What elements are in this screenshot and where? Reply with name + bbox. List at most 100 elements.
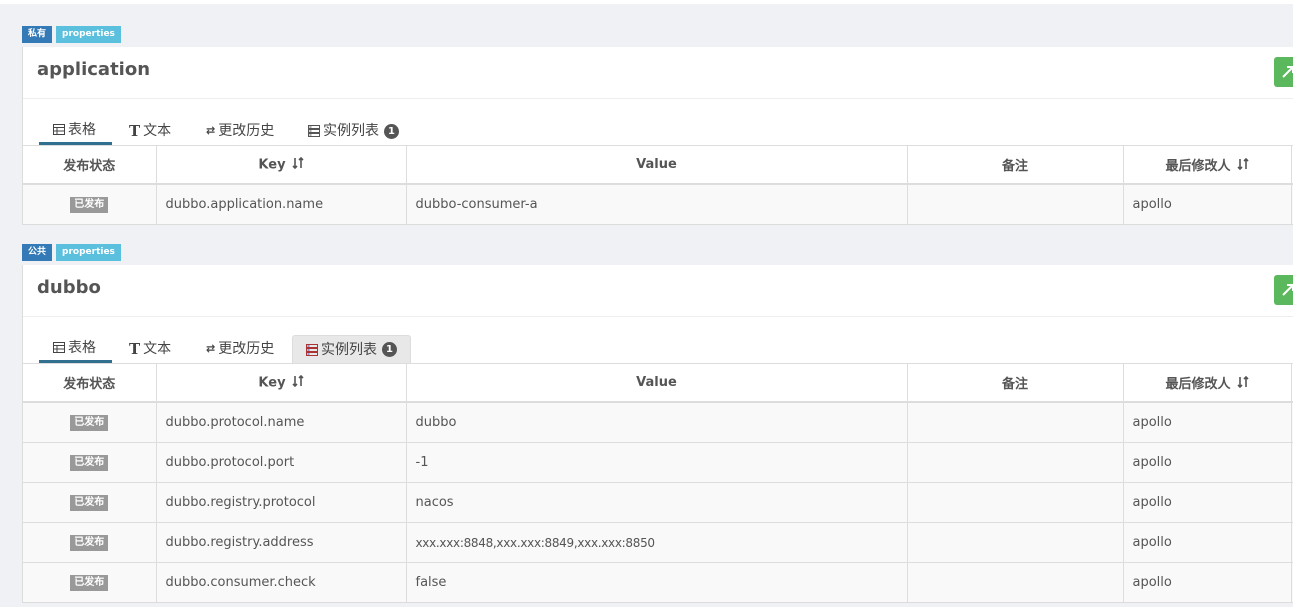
table-icon <box>53 342 65 353</box>
key-cell: dubbo.application.name <box>156 183 407 224</box>
col-comment: 备注 <box>907 146 1124 185</box>
namespace-tabs: 表格 T 文本 ⇄ 更改历史 实例列表 1 <box>23 317 1293 364</box>
namespace-title: dubbo <box>37 277 101 298</box>
tab-history[interactable]: ⇄ 更改历史 <box>206 117 274 145</box>
tab-label: 表格 <box>68 121 96 138</box>
tab-history[interactable]: ⇄ 更改历史 <box>206 335 274 363</box>
sort-icon[interactable] <box>1236 376 1249 392</box>
published-badge: 已发布 <box>70 197 109 213</box>
namespace-header: application <box>23 47 1293 99</box>
modifier-cell: apollo <box>1123 482 1292 523</box>
config-table: 发布状态 Key Value 备注 最后修改人 已发布 dubbo.applic… <box>23 146 1293 224</box>
tab-text[interactable]: T 文本 <box>129 117 171 145</box>
col-key[interactable]: Key <box>156 364 407 403</box>
namespace-badges: 公共 properties <box>22 244 121 261</box>
key-cell: dubbo.protocol.port <box>156 442 407 483</box>
table-row[interactable]: 已发布 dubbo.protocol.port -1 apollo <box>23 442 1293 483</box>
tab-text[interactable]: T 文本 <box>129 335 171 363</box>
comment-cell <box>907 482 1124 523</box>
sort-icon[interactable] <box>291 156 304 173</box>
comment-cell <box>907 183 1124 224</box>
exchange-icon: ⇄ <box>206 342 216 355</box>
key-cell: dubbo.registry.protocol <box>156 482 407 523</box>
table-row[interactable]: 已发布 dubbo.registry.protocol nacos apollo <box>23 482 1293 523</box>
col-value: Value <box>406 146 908 185</box>
table-row[interactable]: 已发布 dubbo.application.name dubbo-consume… <box>23 183 1293 224</box>
published-badge: 已发布 <box>70 415 109 431</box>
col-modifier[interactable]: 最后修改人 <box>1123 364 1292 403</box>
status-cell: 已发布 <box>23 442 157 483</box>
namespace-panel: application 表格 T 文本 ⇄ 更改历史 实例列表 1 发布状态 K… <box>22 47 1293 225</box>
value-cell: xxx.xxx:8848,xxx.xxx:8849,xxx.xxx:8850 <box>406 522 908 563</box>
text-icon: T <box>129 122 141 140</box>
key-cell: dubbo.consumer.check <box>156 562 407 602</box>
namespace-badges: 私有 properties <box>22 26 121 43</box>
tab-instances[interactable]: 实例列表 1 <box>308 117 399 145</box>
format-badge: properties <box>56 26 121 43</box>
col-status: 发布状态 <box>23 364 157 403</box>
tab-table[interactable]: 表格 <box>39 117 112 145</box>
key-cell: dubbo.protocol.name <box>156 401 407 443</box>
value-cell: dubbo <box>406 401 908 443</box>
tab-label: 文本 <box>143 123 172 139</box>
namespace-panel: dubbo 表格 T 文本 ⇄ 更改历史 实例列表 1 发布状态 Key Val… <box>22 265 1293 603</box>
modifier-cell: apollo <box>1123 562 1292 602</box>
server-list-icon <box>306 343 318 356</box>
col-value: Value <box>406 364 908 403</box>
comment-cell <box>907 522 1124 563</box>
tab-label: 实例列表 <box>321 341 377 358</box>
tab-label: 文本 <box>143 341 172 357</box>
format-badge: properties <box>56 244 121 261</box>
exchange-icon: ⇄ <box>206 124 216 137</box>
text-icon: T <box>129 340 141 358</box>
published-badge: 已发布 <box>70 455 109 471</box>
col-status: 发布状态 <box>23 146 157 185</box>
value-cell: false <box>406 562 908 602</box>
tab-label: 更改历史 <box>218 341 275 357</box>
published-badge: 已发布 <box>70 535 109 551</box>
value-cell: nacos <box>406 482 908 523</box>
tab-table[interactable]: 表格 <box>39 335 112 363</box>
modifier-cell: apollo <box>1123 442 1292 483</box>
sort-icon[interactable] <box>1236 158 1249 174</box>
modifier-cell: apollo <box>1123 183 1292 224</box>
published-badge: 已发布 <box>70 575 109 591</box>
status-cell: 已发布 <box>23 562 157 602</box>
server-list-icon <box>308 125 320 137</box>
status-cell: 已发布 <box>23 522 157 563</box>
modifier-cell: apollo <box>1123 522 1292 563</box>
sort-icon[interactable] <box>291 374 304 391</box>
publish-button[interactable] <box>1274 57 1293 87</box>
namespace-header: dubbo <box>23 265 1293 317</box>
publish-icon <box>1282 66 1293 78</box>
tab-label: 更改历史 <box>218 123 275 139</box>
instance-count-badge: 1 <box>384 123 399 139</box>
key-cell: dubbo.registry.address <box>156 522 407 563</box>
modifier-cell: apollo <box>1123 401 1292 443</box>
namespace-tabs: 表格 T 文本 ⇄ 更改历史 实例列表 1 <box>23 99 1293 146</box>
tab-instances[interactable]: 实例列表 1 <box>292 335 411 363</box>
table-row[interactable]: 已发布 dubbo.registry.address xxx.xxx:8848,… <box>23 522 1293 563</box>
col-key[interactable]: Key <box>156 146 407 185</box>
tab-label: 表格 <box>68 339 96 356</box>
config-table: 发布状态 Key Value 备注 最后修改人 已发布 dubbo.protoc… <box>23 364 1293 602</box>
table-header-row: 发布状态 Key Value 备注 最后修改人 <box>23 146 1293 185</box>
publish-icon <box>1282 284 1293 296</box>
publish-button[interactable] <box>1274 275 1293 305</box>
col-modifier-label: 最后修改人 <box>1165 376 1231 392</box>
table-row[interactable]: 已发布 dubbo.consumer.check false apollo <box>23 562 1293 602</box>
col-key-label: Key <box>258 157 286 172</box>
col-key-label: Key <box>258 375 286 390</box>
status-cell: 已发布 <box>23 401 157 443</box>
tab-label: 实例列表 <box>323 123 379 139</box>
value-cell: -1 <box>406 442 908 483</box>
namespace-title: application <box>37 59 151 80</box>
table-header-row: 发布状态 Key Value 备注 最后修改人 <box>23 364 1293 403</box>
published-badge: 已发布 <box>70 495 109 511</box>
col-modifier[interactable]: 最后修改人 <box>1123 146 1292 185</box>
col-comment: 备注 <box>907 364 1124 403</box>
status-cell: 已发布 <box>23 183 157 224</box>
scope-badge: 公共 <box>22 244 53 261</box>
table-row[interactable]: 已发布 dubbo.protocol.name dubbo apollo <box>23 401 1293 443</box>
col-modifier-label: 最后修改人 <box>1165 158 1231 174</box>
